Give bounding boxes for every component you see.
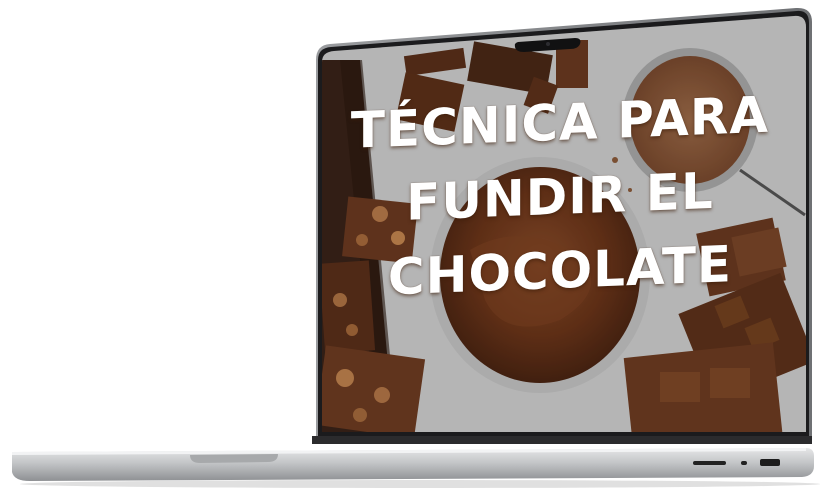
screen-image	[322, 15, 806, 433]
laptop-mockup: TÉCNICA PARA FUNDIR EL CHOCOLATE	[0, 0, 825, 491]
laptop-illustration	[12, 7, 820, 488]
